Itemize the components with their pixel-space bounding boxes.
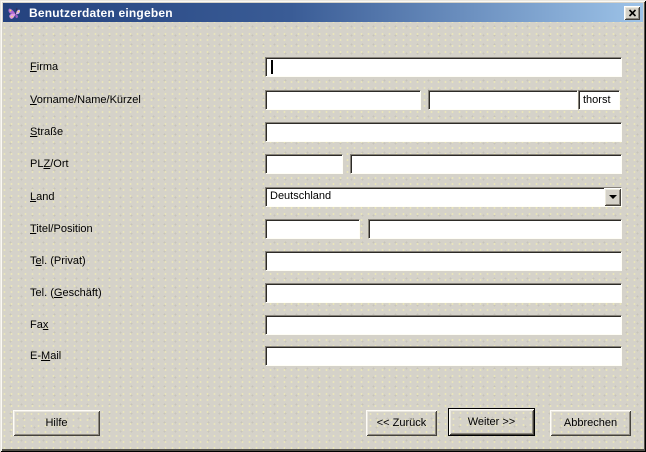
phone-work-label: Tel. (Geschäft) [30,287,102,299]
city-input[interactable] [350,154,622,174]
initials-input[interactable] [578,90,620,110]
title-input[interactable] [265,219,360,239]
phone-home-label: Tel. (Privat) [30,255,86,267]
company-input[interactable] [265,57,622,77]
fax-input[interactable] [265,315,622,335]
street-input[interactable] [265,122,622,142]
firstname-input[interactable] [265,90,421,110]
zip-input[interactable] [265,154,343,174]
dialog-window: Benutzerdaten eingeben Firma Vorname/Nam… [0,0,646,452]
phone-home-input[interactable] [265,251,622,271]
country-select-value: Deutschland [266,188,604,206]
help-button[interactable]: Hilfe [13,410,100,436]
close-button[interactable] [624,6,640,20]
next-button[interactable]: Weiter >> [448,408,535,436]
name-label: Vorname/Name/Kürzel [30,94,141,106]
text-caret [271,60,273,74]
close-icon [628,9,637,17]
titlebar[interactable]: Benutzerdaten eingeben [3,3,643,22]
country-label: Land [30,191,55,203]
zip-city-label: PLZ/Ort [30,158,69,170]
title-label: Titel/Position [30,223,93,235]
window-title: Benutzerdaten eingeben [29,6,173,20]
lastname-input[interactable] [428,90,578,110]
phone-work-input[interactable] [265,283,622,303]
chevron-down-icon [609,195,617,199]
company-label: Firma [30,61,58,73]
cancel-button[interactable]: Abbrechen [550,410,631,436]
back-button[interactable]: << Zurück [366,410,437,436]
email-input[interactable] [265,346,622,366]
street-label: Straße [30,126,63,138]
butterfly-icon[interactable] [6,5,24,21]
position-input[interactable] [368,219,622,239]
email-label: E-Mail [30,350,61,362]
country-select[interactable]: Deutschland [265,187,622,207]
fax-label: Fax [30,319,48,331]
dropdown-arrow-button[interactable] [604,188,621,206]
